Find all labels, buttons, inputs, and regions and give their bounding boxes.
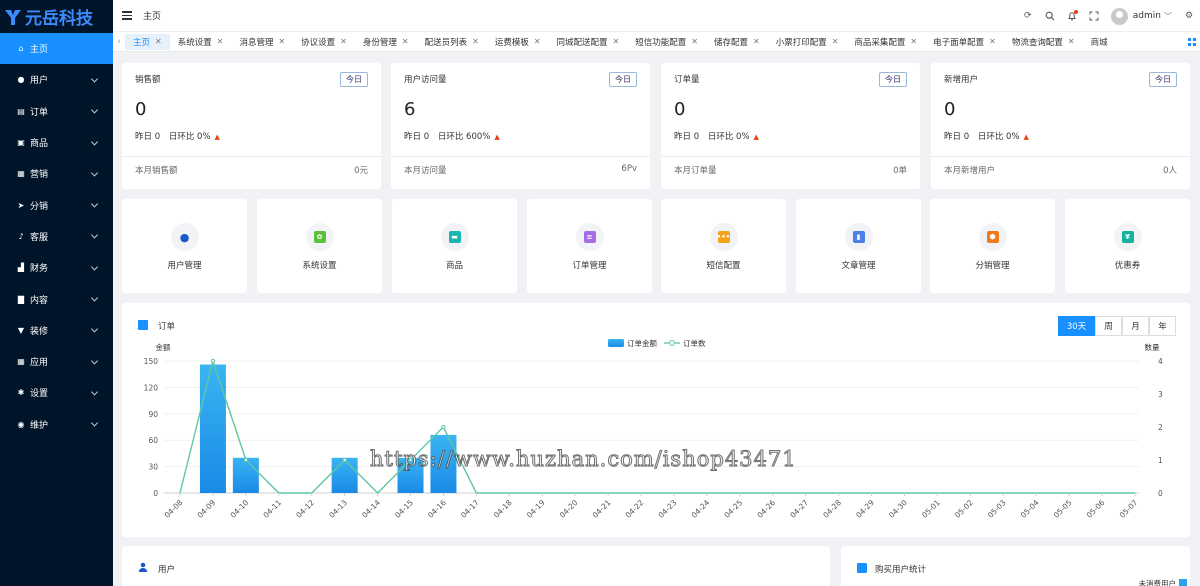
line-point-04-13 [342,457,347,463]
x-tick-label: 04-20 [558,498,580,520]
x-tick-label: 05-01 [920,498,942,520]
x-tick-label: 04-19 [525,498,547,520]
x-tick-label: 05-07 [1118,498,1140,520]
y-left-tick-label: 90 [148,410,158,419]
x-tick-label: 04-24 [690,498,712,520]
y-left-axis-label: 金额 [156,342,171,352]
legend-label-amount: 订单金额 [627,338,657,348]
x-tick-label: 05-05 [1052,498,1074,520]
y-left-tick-label: 120 [144,383,159,392]
x-tick-label: 04-16 [426,498,448,520]
line-point-04-09 [210,358,216,364]
y-right-tick-label: 4 [1158,357,1163,366]
x-tick-label: 04-25 [722,498,744,520]
buy-legend-swatch [1179,579,1187,586]
legend-swatch-amount [608,339,624,347]
buy-panel-title: 购买用户统计 [875,565,927,575]
x-tick-label: 04-22 [624,498,646,520]
x-tick-label: 05-03 [986,498,1008,520]
x-tick-label: 05-04 [1019,498,1041,520]
x-tick-label: 04-29 [854,498,876,520]
y-left-tick-label: 0 [153,489,158,498]
user-panel-title: 用户 [158,565,176,575]
y-left-tick-label: 30 [148,463,158,472]
x-tick-label: 05-02 [953,498,975,520]
x-tick-label: 04-30 [887,498,909,520]
x-tick-label: 04-26 [755,498,777,520]
x-tick-label: 04-08 [163,498,185,520]
x-tick-label: 04-09 [196,498,218,520]
user-panel-icon [138,562,148,572]
user-panel: 用户 [122,546,830,586]
line-point-04-10 [243,457,248,463]
y-right-tick-label: 3 [1158,390,1163,399]
x-tick-label: 04-27 [788,498,810,520]
x-tick-label: 04-11 [261,498,283,520]
y-right-axis-label: 数量 [1145,342,1161,352]
legend-marker-orders [669,340,675,346]
y-right-tick-label: 0 [1158,489,1163,498]
x-tick-label: 04-21 [591,498,613,520]
legend-label-orders: 订单数 [683,338,706,348]
y-right-tick-label: 2 [1158,423,1163,432]
x-tick-label: 04-23 [657,498,679,520]
x-tick-label: 04-10 [228,498,250,520]
x-tick-label: 04-12 [294,498,316,520]
order-chart: 0 30 60 90 120 150 0 1 2 3 4 金额 数量 04-08 04-09 04-10 04-… [144,338,1163,520]
y-left-tick-label: 60 [148,436,158,445]
y-right-tick-label: 1 [1158,456,1163,465]
buy-user-panel: 购买用户统计 未消费用户 [841,546,1190,586]
line-point-04-15 [408,457,413,463]
x-tick-label: 04-18 [492,498,514,520]
buy-stats-icon [857,563,867,573]
buy-legend-label: 未消费用户 [1138,579,1177,586]
bar-04-09 [199,364,226,493]
x-tick-label: 04-14 [360,498,382,520]
y-left-tick-label: 150 [144,357,159,366]
x-tick-label: 05-06 [1085,498,1107,520]
bar-04-16 [430,434,457,493]
bar-04-10 [232,457,259,493]
bar-04-15 [397,457,424,493]
line-point-04-16 [441,424,446,430]
line-series-orders [179,358,1135,494]
x-tick-label: 04-17 [459,498,481,520]
x-tick-label: 04-13 [327,498,349,520]
x-tick-label: 04-28 [821,498,843,520]
x-tick-label: 04-15 [393,498,415,520]
bar-04-13 [331,457,358,493]
